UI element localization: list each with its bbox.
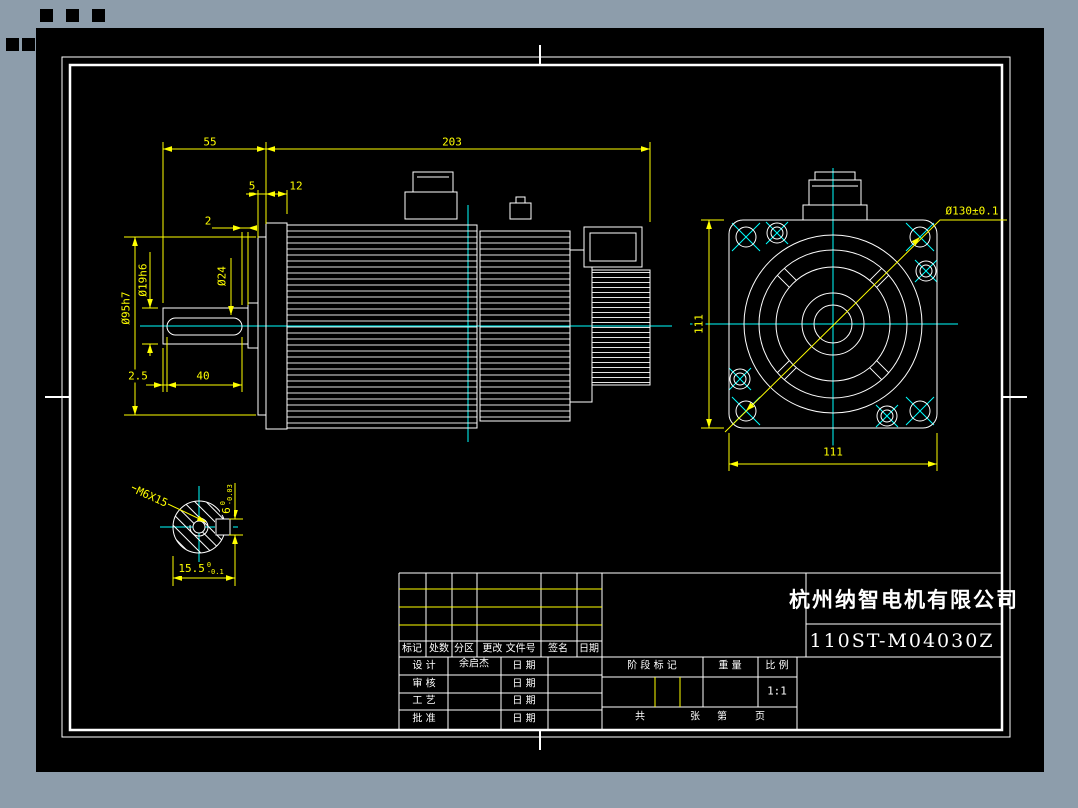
drawing-model-number: 110ST-M04030Z — [809, 630, 995, 652]
revision-col-docno: 更改 文件号 — [482, 643, 536, 655]
scale-value: 1:1 — [767, 684, 787, 698]
sign-row-process-label: 工 艺 — [412, 695, 436, 707]
dim-spigot-depth: 5 — [247, 179, 257, 193]
dim-key-start: 2.5 — [127, 369, 149, 383]
dim-key-gap: 2 — [203, 214, 213, 228]
scale-label: 比 例 — [765, 660, 789, 672]
dim-body-length: 203 — [441, 135, 463, 149]
sign-row-approve-label: 批 准 — [412, 713, 436, 725]
dim-flange-thickness: 12 — [288, 179, 304, 193]
side-view-geometry — [162, 171, 651, 430]
dim-key-flat-tolerance: 0 -0.1 — [207, 562, 224, 576]
sign-row-design-label: 设 计 — [412, 660, 436, 672]
dim-bolt-circle: Ø130±0.1 — [944, 204, 1000, 218]
dim-flange-width: 111 — [822, 445, 844, 459]
dim-key-flat: 15.5 0 -0.1 — [177, 562, 225, 576]
revision-col-sign: 签名 — [548, 643, 568, 655]
revision-col-zone: 分区 — [454, 643, 474, 655]
dim-shaft-diameter: Ø19h6 — [136, 262, 150, 298]
stage-mark-label: 阶 段 标 记 — [627, 660, 677, 672]
dim-key-flat-value: 15.5 — [178, 562, 205, 575]
sheet-total-unit: 张 — [690, 711, 700, 723]
sign-row-process-date: 日 期 — [512, 695, 536, 707]
cad-page: { "page": { "background": "#8d9dab", "ca… — [0, 0, 1078, 808]
dim-key-flat-tol-lower: -0.1 — [206, 568, 224, 576]
dim-key-length: 40 — [195, 369, 211, 383]
sheet-no-label: 第 — [717, 711, 727, 723]
sign-row-design-date: 日 期 — [512, 660, 536, 672]
sign-row-approve-date: 日 期 — [512, 713, 536, 725]
company-name: 杭州纳智电机有限公司 — [789, 588, 1019, 612]
sign-row-design-name: 余启杰 — [459, 658, 489, 670]
dim-key-width-value: 6 — [220, 507, 233, 514]
dim-key-width-tol-lower: -0.03 — [226, 484, 234, 506]
dim-key-width: 6 0 -0.03 — [219, 483, 234, 515]
revision-col-mark: 标记 — [402, 643, 422, 655]
dim-shaft-length: 55 — [202, 135, 218, 149]
drawing-linework — [45, 45, 1027, 750]
sign-row-check-date: 日 期 — [512, 678, 536, 690]
weight-label: 重 量 — [718, 660, 742, 672]
revision-col-date: 日期 — [579, 643, 599, 655]
dim-step-diameter: Ø24 — [215, 265, 229, 287]
dim-key-width-tolerance: 0 -0.03 — [219, 484, 234, 506]
sheet-total-label: 共 — [635, 711, 645, 723]
revision-col-count: 处数 — [429, 643, 449, 655]
dim-flange-height: 111 — [692, 313, 706, 335]
sign-row-check-label: 审 核 — [412, 678, 436, 690]
dim-spigot-diameter: Ø95h7 — [119, 290, 133, 326]
sheet-no-unit: 页 — [755, 711, 765, 723]
